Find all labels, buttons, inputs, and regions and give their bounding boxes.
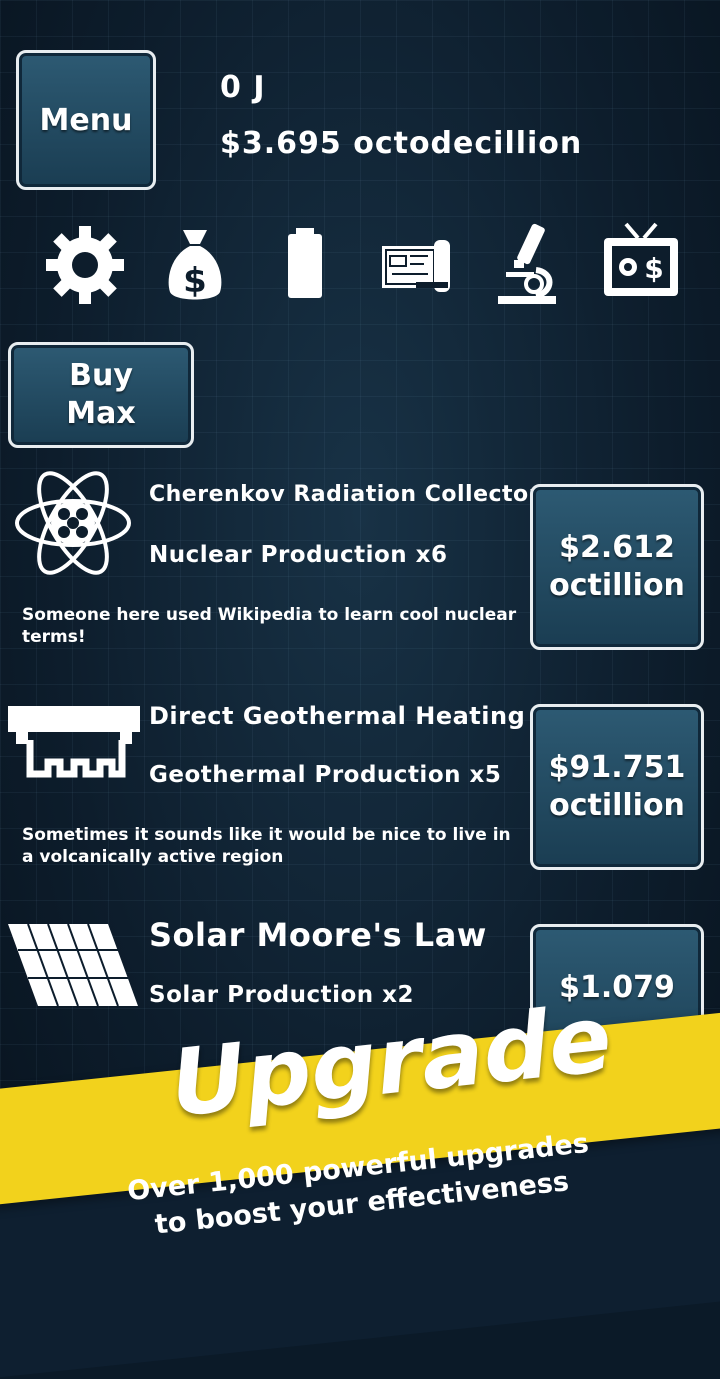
upgrade-title: Direct Geothermal Heating [149,702,526,730]
price-unit: octillion [549,568,685,603]
menu-button[interactable]: Menu [16,50,156,190]
geothermal-icon [8,704,140,784]
money-bag-icon[interactable]: $ [150,220,240,310]
upgrade-title: Solar Moore's Law [149,916,487,954]
money-readout: $3.695 octodecillion [220,126,583,161]
atom-icon [14,462,132,584]
price-unit: octillion [549,788,685,823]
buy-max-line2: Max [66,396,136,431]
buy-upgrade-button[interactable]: $2.612 octillion [530,484,704,650]
price-amount: $91.751 [548,750,686,785]
price-amount: $1.079 [559,970,675,1005]
buy-max-button[interactable]: Buy Max [8,342,194,448]
upgrade-description: Sometimes it sounds like it would be nic… [22,825,511,867]
solar-panel-icon [8,922,140,1010]
buy-max-line1: Buy [69,358,133,393]
gear-icon[interactable] [40,220,130,310]
tv-icon[interactable]: $ [596,220,686,310]
upgrade-effect: Nuclear Production x6 [149,542,448,568]
svg-text:$: $ [644,252,663,285]
blueprint-icon[interactable] [372,220,462,310]
battery-icon[interactable] [260,220,350,310]
menu-button-label: Menu [39,102,133,138]
buy-upgrade-button[interactable]: $1.079 [530,924,704,1090]
buy-upgrade-button[interactable]: $91.751 octillion [530,704,704,870]
upgrade-effect: Geothermal Production x5 [149,762,502,788]
upgrade-description: Someone here used Wikipedia to learn coo… [22,605,517,647]
price-amount: $2.612 [559,530,675,565]
svg-text:$: $ [183,261,207,301]
upgrade-effect: Solar Production x2 [149,982,414,1008]
upgrade-title: Cherenkov Radiation Collector [149,482,541,507]
energy-readout: 0 J [220,70,266,105]
microscope-icon[interactable] [484,220,574,310]
